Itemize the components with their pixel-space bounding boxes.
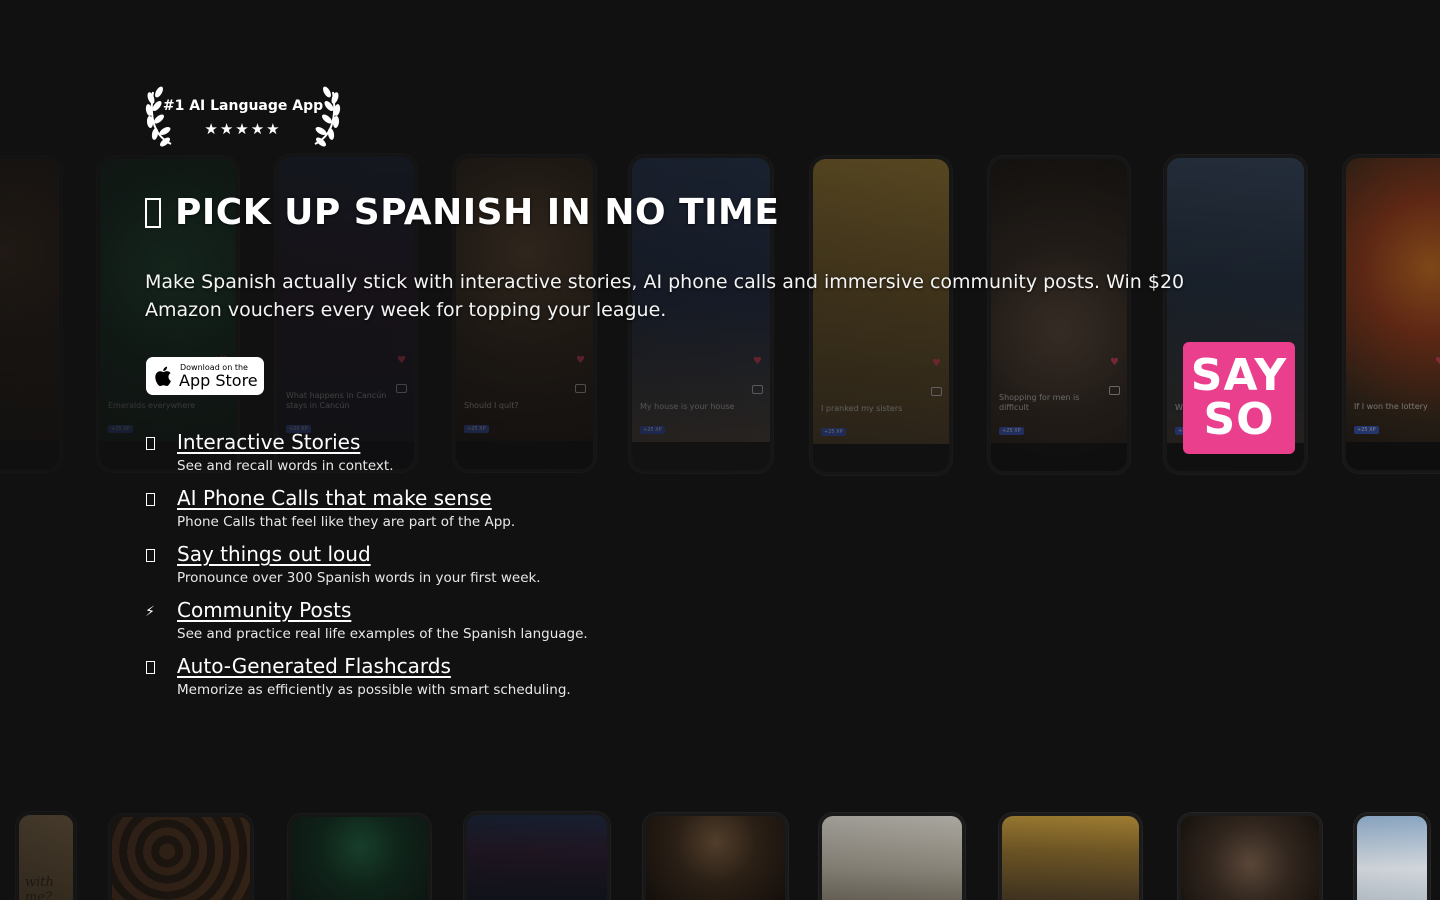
heart-icon: ♥ — [576, 355, 585, 366]
phone-caption: Shopping for men is difficult — [999, 393, 1080, 412]
phone-mockup-bottom-modern — [1354, 813, 1430, 900]
phone-mockup-bottom-restaurant — [643, 813, 788, 900]
phone-caption: What happens in Cancún stays in Cancún — [286, 391, 387, 410]
phone-caption: Emeralds everywhere — [108, 401, 196, 410]
phone-mockup-bottom-hall — [999, 813, 1142, 900]
xp-badge: +25 XP — [999, 427, 1024, 435]
missing-glyph-icon — [145, 198, 161, 228]
comment-icon — [1109, 386, 1120, 395]
feature-item: Interactive Stories See and recall words… — [145, 428, 845, 484]
comment-icon — [575, 384, 586, 393]
logo-line-1: SAY — [1190, 350, 1288, 401]
microphone-icon — [146, 549, 155, 562]
app-store-big-text: App Store — [179, 371, 258, 390]
feature-description: See and recall words in context. — [177, 458, 394, 474]
laurel-right-icon — [314, 86, 341, 147]
phone-mockup-bottom-coffee — [109, 814, 253, 900]
phone-mockup-lottery: ♥ If I won the lottery +25 XP — [1343, 155, 1440, 473]
feature-description: Phone Calls that feel like they are part… — [177, 514, 516, 530]
feature-item: Say things out loud Pronounce over 300 S… — [145, 540, 845, 596]
phone-caption: If I won the lottery — [1354, 402, 1428, 411]
phone-mockup-coffee — [0, 156, 62, 472]
heart-icon: ♥ — [1435, 357, 1440, 367]
feature-item: ⚡ Community Posts See and practice real … — [145, 596, 845, 652]
laurel-left-icon — [145, 86, 172, 147]
feature-link-ai-phone-calls[interactable]: AI Phone Calls that make sense — [177, 486, 492, 510]
lightning-icon: ⚡ — [145, 604, 155, 620]
feature-link-flashcards[interactable]: Auto-Generated Flashcards — [177, 654, 451, 678]
phone-bottom-text: with me? — [25, 875, 54, 900]
heart-icon: ♥ — [932, 358, 941, 369]
feature-link-say-things-out-loud[interactable]: Say things out loud — [177, 542, 371, 566]
phone-caption: Should I quit? — [464, 401, 519, 410]
phone-navbar — [0, 441, 59, 469]
heart-icon: ♥ — [753, 356, 762, 367]
cards-icon — [146, 661, 155, 674]
feature-description: Pronounce over 300 Spanish words in your… — [177, 570, 541, 586]
xp-badge: +25 XP — [108, 425, 133, 433]
phone-mockup-bottom-house — [819, 813, 965, 900]
comment-icon — [752, 385, 763, 394]
phone-caption: I pranked my sisters — [821, 404, 903, 413]
headline-text: PICK UP SPANISH IN NO TIME — [175, 192, 780, 233]
comment-icon — [396, 384, 407, 393]
hero-subtitle: Make Spanish actually stick with interac… — [145, 271, 1185, 321]
phone-mockup-bottom-emeralds — [288, 814, 431, 900]
phone-icon — [146, 493, 155, 506]
phone-mockup-bottom-watches — [1178, 813, 1322, 900]
award-badge: #1 AI Language App ★★★★★ — [145, 84, 341, 150]
phone-caption: My house is your house — [640, 402, 735, 411]
feature-description: Memorize as efficiently as possible with… — [177, 682, 571, 698]
xp-badge: +25 XP — [1354, 426, 1379, 434]
feature-list: Interactive Stories See and recall words… — [145, 428, 845, 708]
comment-icon — [931, 387, 942, 396]
book-icon — [146, 437, 155, 450]
logo-line-2: SO — [1203, 394, 1275, 445]
phone-navbar — [991, 443, 1127, 471]
phone-mockup-bottom-cancun — [464, 812, 610, 900]
heart-icon: ♥ — [1110, 357, 1119, 368]
feature-description: See and practice real life examples of t… — [177, 626, 588, 642]
feature-link-interactive-stories[interactable]: Interactive Stories — [177, 430, 360, 454]
phone-navbar — [1346, 442, 1440, 470]
feature-link-community-posts[interactable]: Community Posts — [177, 598, 351, 622]
feature-item: Auto-Generated Flashcards Memorize as ef… — [145, 652, 845, 708]
heart-icon: ♥ — [397, 355, 406, 366]
phone-mockup-bottom-letter: with me? — [16, 812, 76, 900]
apple-icon — [155, 366, 171, 387]
app-store-button[interactable]: Download on the App Store — [146, 357, 264, 395]
landing-page: ♥ Emeralds everywhere +25 XP ♥ What happ… — [0, 0, 1440, 900]
sayso-logo: SAY SO — [1183, 342, 1295, 454]
page-headline: PICK UP SPANISH IN NO TIME — [145, 192, 779, 233]
feature-item: AI Phone Calls that make sense Phone Cal… — [145, 484, 845, 540]
